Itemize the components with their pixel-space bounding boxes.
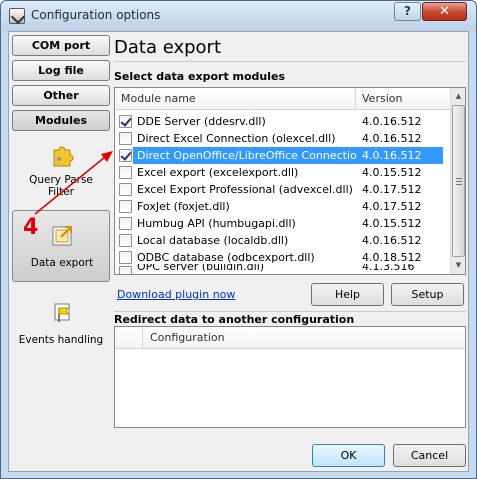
row-checkbox[interactable]: [119, 251, 132, 264]
nav-label-line1: Query Parse: [29, 174, 93, 186]
help-titlebar-button[interactable]: ?: [394, 2, 421, 21]
nav-button-other[interactable]: Other: [12, 85, 110, 106]
cancel-button[interactable]: Cancel: [393, 444, 466, 467]
close-button[interactable]: ✕: [422, 2, 467, 21]
nav-label-events-handling: Events handling: [18, 334, 104, 346]
modules-list-scrollbar[interactable]: ▲ ▼: [450, 88, 465, 274]
table-row-partial[interactable]: OPC server (buildin.dll) 4.1.3.516: [115, 264, 451, 274]
row-checkbox[interactable]: [119, 200, 132, 213]
dialog-client-area: COM port Log file Other Modules Query Pa…: [8, 31, 469, 472]
modules-list-header: Module name Version: [115, 88, 451, 110]
row-module-name: Direct OpenOffice/LibreOffice Connection…: [137, 149, 357, 162]
row-checkbox[interactable]: [119, 115, 132, 128]
row-version: 4.0.15.512: [362, 166, 422, 179]
section-divider: [114, 311, 466, 312]
row-module-name: Excel Export Professional (advexcel.dll): [137, 183, 353, 196]
row-checkbox[interactable]: [119, 149, 132, 162]
scroll-down-icon[interactable]: ▼: [452, 258, 465, 273]
app-icon: [9, 8, 25, 24]
title-divider: [114, 61, 466, 62]
redirect-configuration-list[interactable]: Configuration: [114, 326, 466, 428]
nav-button-log-file[interactable]: Log file: [12, 60, 110, 81]
scroll-up-icon[interactable]: ▲: [452, 89, 465, 104]
grip-line: [456, 184, 462, 185]
row-checkbox[interactable]: [119, 234, 132, 247]
row-version: 4.0.17.512: [362, 200, 422, 213]
row-version: 4.0.16.512: [362, 149, 422, 162]
table-row[interactable]: Humbug API (humbugapi.dll) 4.0.15.512: [115, 215, 451, 232]
table-row[interactable]: Direct Excel Connection (olexcel.dll) 4.…: [115, 130, 451, 147]
row-version: 4.0.15.512: [362, 217, 422, 230]
flag-icon: [54, 303, 70, 322]
table-row[interactable]: Excel Export Professional (advexcel.dll)…: [115, 181, 451, 198]
nav-item-events-handling[interactable]: Events handling: [12, 294, 110, 354]
row-module-name: Local database (localdb.dll): [137, 234, 289, 247]
export-icon: [52, 226, 72, 246]
row-version: 4.1.3.516: [362, 264, 415, 273]
row-version: 4.0.16.512: [362, 234, 422, 247]
nav-item-query-parse-filter[interactable]: Query Parse Filter: [12, 136, 110, 208]
redirect-section-label: Redirect data to another configuration: [114, 313, 355, 326]
grip-line: [456, 178, 462, 179]
ok-button[interactable]: OK: [312, 444, 385, 467]
column-divider[interactable]: [142, 327, 143, 349]
grip-line: [456, 181, 462, 182]
row-module-name: DDE Server (ddesrv.dll): [137, 115, 266, 128]
nav-label-line2: Filter: [47, 186, 74, 198]
row-checkbox[interactable]: [119, 166, 132, 179]
nav-button-modules[interactable]: Modules: [12, 110, 110, 131]
page-title: Data export: [114, 37, 222, 58]
title-bar[interactable]: Configuration options ? ✕: [1, 1, 476, 31]
column-header-version[interactable]: Version: [362, 92, 402, 105]
scroll-thumb[interactable]: [452, 105, 465, 257]
table-row-selected[interactable]: Direct OpenOffice/LibreOffice Connection…: [119, 147, 443, 164]
annotation-number: 4: [23, 215, 39, 240]
redirect-list-header: Configuration: [115, 327, 465, 349]
modules-list[interactable]: Module name Version DDE Server (ddesrv.d…: [114, 87, 466, 275]
row-version: 4.0.17.512: [362, 183, 422, 196]
row-module-name: OPC server (buildin.dll): [137, 264, 265, 273]
modules-section-label: Select data export modules: [114, 70, 286, 83]
row-version: 4.0.16.512: [362, 132, 422, 145]
configuration-window: Configuration options ? ✕ COM port Log f…: [0, 0, 477, 479]
download-plugin-link[interactable]: Download plugin now: [117, 288, 235, 301]
column-header-module-name[interactable]: Module name: [121, 92, 196, 105]
column-header-configuration[interactable]: Configuration: [150, 331, 225, 344]
row-module-name: Excel export (excelexport.dll): [137, 166, 299, 179]
table-row[interactable]: DDE Server (ddesrv.dll) 4.0.16.512: [115, 113, 451, 130]
table-row[interactable]: Excel export (excelexport.dll) 4.0.15.51…: [115, 164, 451, 181]
row-checkbox[interactable]: [119, 183, 132, 196]
column-divider[interactable]: [355, 88, 356, 110]
row-checkbox[interactable]: [119, 217, 132, 230]
setup-button[interactable]: Setup: [391, 283, 464, 306]
window-title: Configuration options: [31, 8, 161, 22]
row-module-name: FoxJet (foxjet.dll): [137, 200, 230, 213]
nav-button-com-port[interactable]: COM port: [12, 35, 110, 56]
row-version: 4.0.16.512: [362, 115, 422, 128]
row-checkbox[interactable]: [119, 132, 132, 145]
table-row[interactable]: Local database (localdb.dll) 4.0.16.512: [115, 232, 451, 249]
row-checkbox[interactable]: [119, 266, 132, 274]
nav-label-data-export: Data export: [30, 257, 94, 269]
puzzle-icon: [53, 146, 74, 167]
row-module-name: Direct Excel Connection (olexcel.dll): [137, 132, 336, 145]
help-button[interactable]: Help: [311, 283, 384, 306]
row-module-name: Humbug API (humbugapi.dll): [137, 217, 296, 230]
table-row[interactable]: FoxJet (foxjet.dll) 4.0.17.512: [115, 198, 451, 215]
